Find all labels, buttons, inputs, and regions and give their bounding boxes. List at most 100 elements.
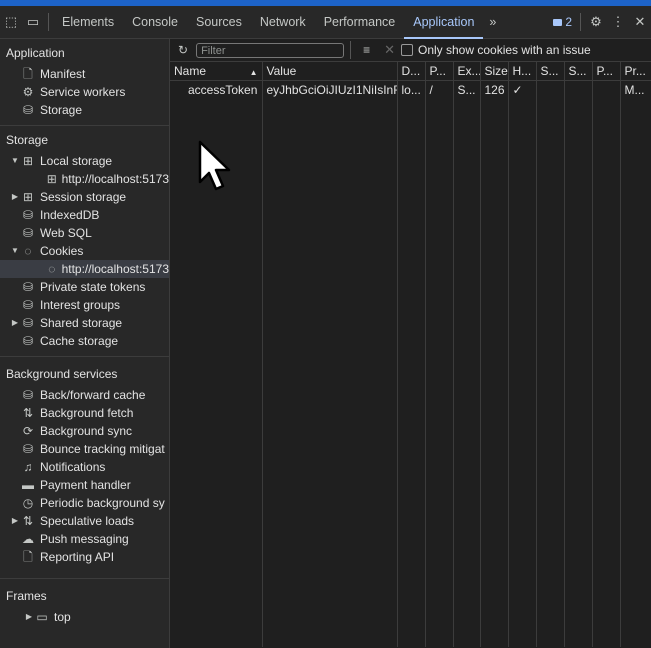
sidebar-item-reporting-api[interactable]: 🗋 Reporting API	[0, 548, 169, 566]
sidebar-item-label: Local storage	[40, 154, 113, 168]
cookie-partition-cell	[592, 80, 621, 99]
tab-application[interactable]: Application	[404, 6, 484, 39]
sidebar-item-bfcache[interactable]: ⛁ Back/forward cache	[0, 386, 169, 404]
column-path-header[interactable]: P...	[425, 62, 454, 81]
sidebar-item-label: Session storage	[40, 190, 127, 204]
filter-input[interactable]: Filter	[196, 42, 345, 58]
sidebar-item-label: http://localhost:5173	[61, 172, 169, 186]
gear-icon[interactable]: ⚙	[585, 6, 607, 39]
sidebar-item-label: Manifest	[40, 67, 86, 81]
database-icon: ⛁	[22, 208, 34, 222]
tab-elements[interactable]: Elements	[53, 6, 123, 39]
tab-performance[interactable]: Performance	[315, 6, 405, 39]
sidebar-item-label: Notifications	[40, 460, 106, 474]
table-row[interactable]: accessToken eyJhbGciOiJIUzI1NiIsInR... l…	[170, 80, 651, 99]
sidebar-item-bounce-tracking[interactable]: ⛁ Bounce tracking mitigat	[0, 440, 169, 458]
sidebar-item-push-messaging[interactable]: ☁ Push messaging	[0, 530, 169, 548]
only-issue-label: Only show cookies with an issue	[417, 43, 591, 57]
column-httponly-header[interactable]: H...	[508, 62, 537, 81]
column-expires-header[interactable]: Ex...	[453, 62, 481, 81]
column-domain-header[interactable]: D...	[397, 62, 426, 81]
cookies-panel: ↻ Filter ≡ ✕ Only show cookies with an i…	[170, 39, 651, 648]
issues-badge[interactable]: 2	[549, 15, 576, 29]
sidebar-item-private-state-tokens[interactable]: ⛁ Private state tokens	[0, 278, 169, 296]
section-storage-title: Storage	[6, 133, 49, 147]
refresh-icon[interactable]: ↻	[178, 43, 188, 57]
cookie-domain-cell: lo...	[397, 80, 426, 99]
cookie-icon: ◌	[24, 244, 32, 258]
database-icon: ⛁	[22, 442, 34, 456]
column-priority-header[interactable]: Pr...	[620, 62, 651, 81]
sidebar-item-frame-top[interactable]: ▶ ▭ top	[0, 608, 169, 626]
sidebar-item-label: Push messaging	[40, 532, 129, 546]
sidebar-item-payment-handler[interactable]: ▬ Payment handler	[0, 476, 169, 494]
database-icon: ⛁	[22, 388, 34, 402]
tab-network[interactable]: Network	[251, 6, 315, 39]
sidebar-item-service-workers[interactable]: ⚙ Service workers	[0, 83, 169, 101]
collapsed-arrow-icon[interactable]: ▶	[24, 608, 34, 626]
sidebar-item-label: Storage	[40, 103, 83, 117]
sidebar-item-background-sync[interactable]: ⟳ Background sync	[0, 422, 169, 440]
cookie-size-cell: 126	[480, 80, 509, 99]
column-size-header[interactable]: Size	[480, 62, 509, 81]
sidebar-item-indexeddb[interactable]: ⛁ IndexedDB	[0, 206, 169, 224]
sidebar-item-session-storage[interactable]: ▶ ⊞ Session storage	[0, 188, 169, 206]
cookies-table: Name ▲ Value D... P... Ex... Size H... S.…	[170, 62, 651, 647]
sidebar-item-manifest[interactable]: 🗋 Manifest	[0, 65, 169, 83]
column-value-header[interactable]: Value	[262, 62, 398, 81]
close-icon[interactable]: ✕	[629, 6, 651, 39]
collapsed-arrow-icon[interactable]: ▶	[10, 512, 20, 530]
only-issue-checkbox[interactable]	[400, 44, 413, 56]
table-empty-area	[170, 99, 651, 647]
cookie-name-cell: accessToken	[170, 80, 263, 99]
sidebar-item-cache-storage[interactable]: ⛁ Cache storage	[0, 332, 169, 350]
sidebar-item-cookies[interactable]: ▼ ◌ Cookies	[0, 242, 169, 260]
database-icon: ⛁	[22, 226, 34, 240]
sidebar-item-label: Interest groups	[40, 298, 121, 312]
sidebar-item-notifications[interactable]: ♫ Notifications	[0, 458, 169, 476]
grid-icon: ⊞	[22, 154, 34, 168]
sidebar-item-interest-groups[interactable]: ⛁ Interest groups	[0, 296, 169, 314]
document-icon: 🗋	[23, 67, 33, 81]
device-toolbar-icon[interactable]: ▭	[22, 6, 44, 39]
sidebar-item-cookies-origin[interactable]: ◌ http://localhost:5173	[0, 260, 169, 278]
column-samesite-header[interactable]: S...	[564, 62, 593, 81]
sidebar-item-label: Cache storage	[40, 334, 119, 348]
tab-console[interactable]: Console	[123, 6, 187, 39]
up-down-arrows-icon: ⇅	[22, 406, 34, 420]
cookie-path-cell: /	[425, 80, 454, 99]
tab-separator	[580, 13, 581, 31]
sidebar-item-background-fetch[interactable]: ⇅ Background fetch	[0, 404, 169, 422]
tab-separator	[48, 13, 49, 31]
sidebar-item-local-storage[interactable]: ▼ ⊞ Local storage	[0, 152, 169, 170]
delete-selected-icon[interactable]: ✕	[384, 42, 395, 58]
clear-filtered-icon[interactable]: ≡	[363, 43, 370, 57]
column-name-header[interactable]: Name ▲	[170, 62, 263, 81]
sync-icon: ⟳	[22, 424, 34, 438]
database-icon: ⛁	[22, 298, 34, 312]
sidebar-item-websql[interactable]: ⛁ Web SQL	[0, 224, 169, 242]
sidebar-item-shared-storage[interactable]: ▶ ⛁ Shared storage	[0, 314, 169, 332]
up-down-arrows-icon: ⇅	[22, 514, 34, 528]
sidebar-item-periodic-sync[interactable]: ◷ Periodic background sy	[0, 494, 169, 512]
sidebar-item-label: Speculative loads	[40, 514, 135, 528]
column-partition-header[interactable]: P...	[592, 62, 621, 81]
column-secure-header[interactable]: S...	[536, 62, 565, 81]
cloud-icon: ☁	[22, 532, 34, 546]
expanded-arrow-icon[interactable]: ▼	[10, 152, 20, 170]
bell-icon: ♫	[23, 460, 33, 474]
collapsed-arrow-icon[interactable]: ▶	[10, 314, 20, 332]
sidebar-item-label: Periodic background sy	[40, 496, 165, 510]
expanded-arrow-icon[interactable]: ▼	[10, 242, 20, 260]
sidebar-item-label: Service workers	[40, 85, 126, 99]
document-icon: 🗋	[23, 550, 33, 564]
sidebar-item-speculative-loads[interactable]: ▶ ⇅ Speculative loads	[0, 512, 169, 530]
sidebar-item-storage[interactable]: ⛁ Storage	[0, 101, 169, 119]
collapsed-arrow-icon[interactable]: ▶	[10, 188, 20, 206]
inspect-element-icon[interactable]: ⬚	[0, 6, 22, 39]
tab-sources[interactable]: Sources	[187, 6, 251, 39]
kebab-menu-icon[interactable]: ⋮	[607, 6, 629, 39]
section-frames-title: Frames	[6, 589, 47, 603]
sidebar-item-local-storage-origin[interactable]: ⊞ http://localhost:5173	[0, 170, 169, 188]
more-tabs-button[interactable]: »	[483, 6, 502, 39]
